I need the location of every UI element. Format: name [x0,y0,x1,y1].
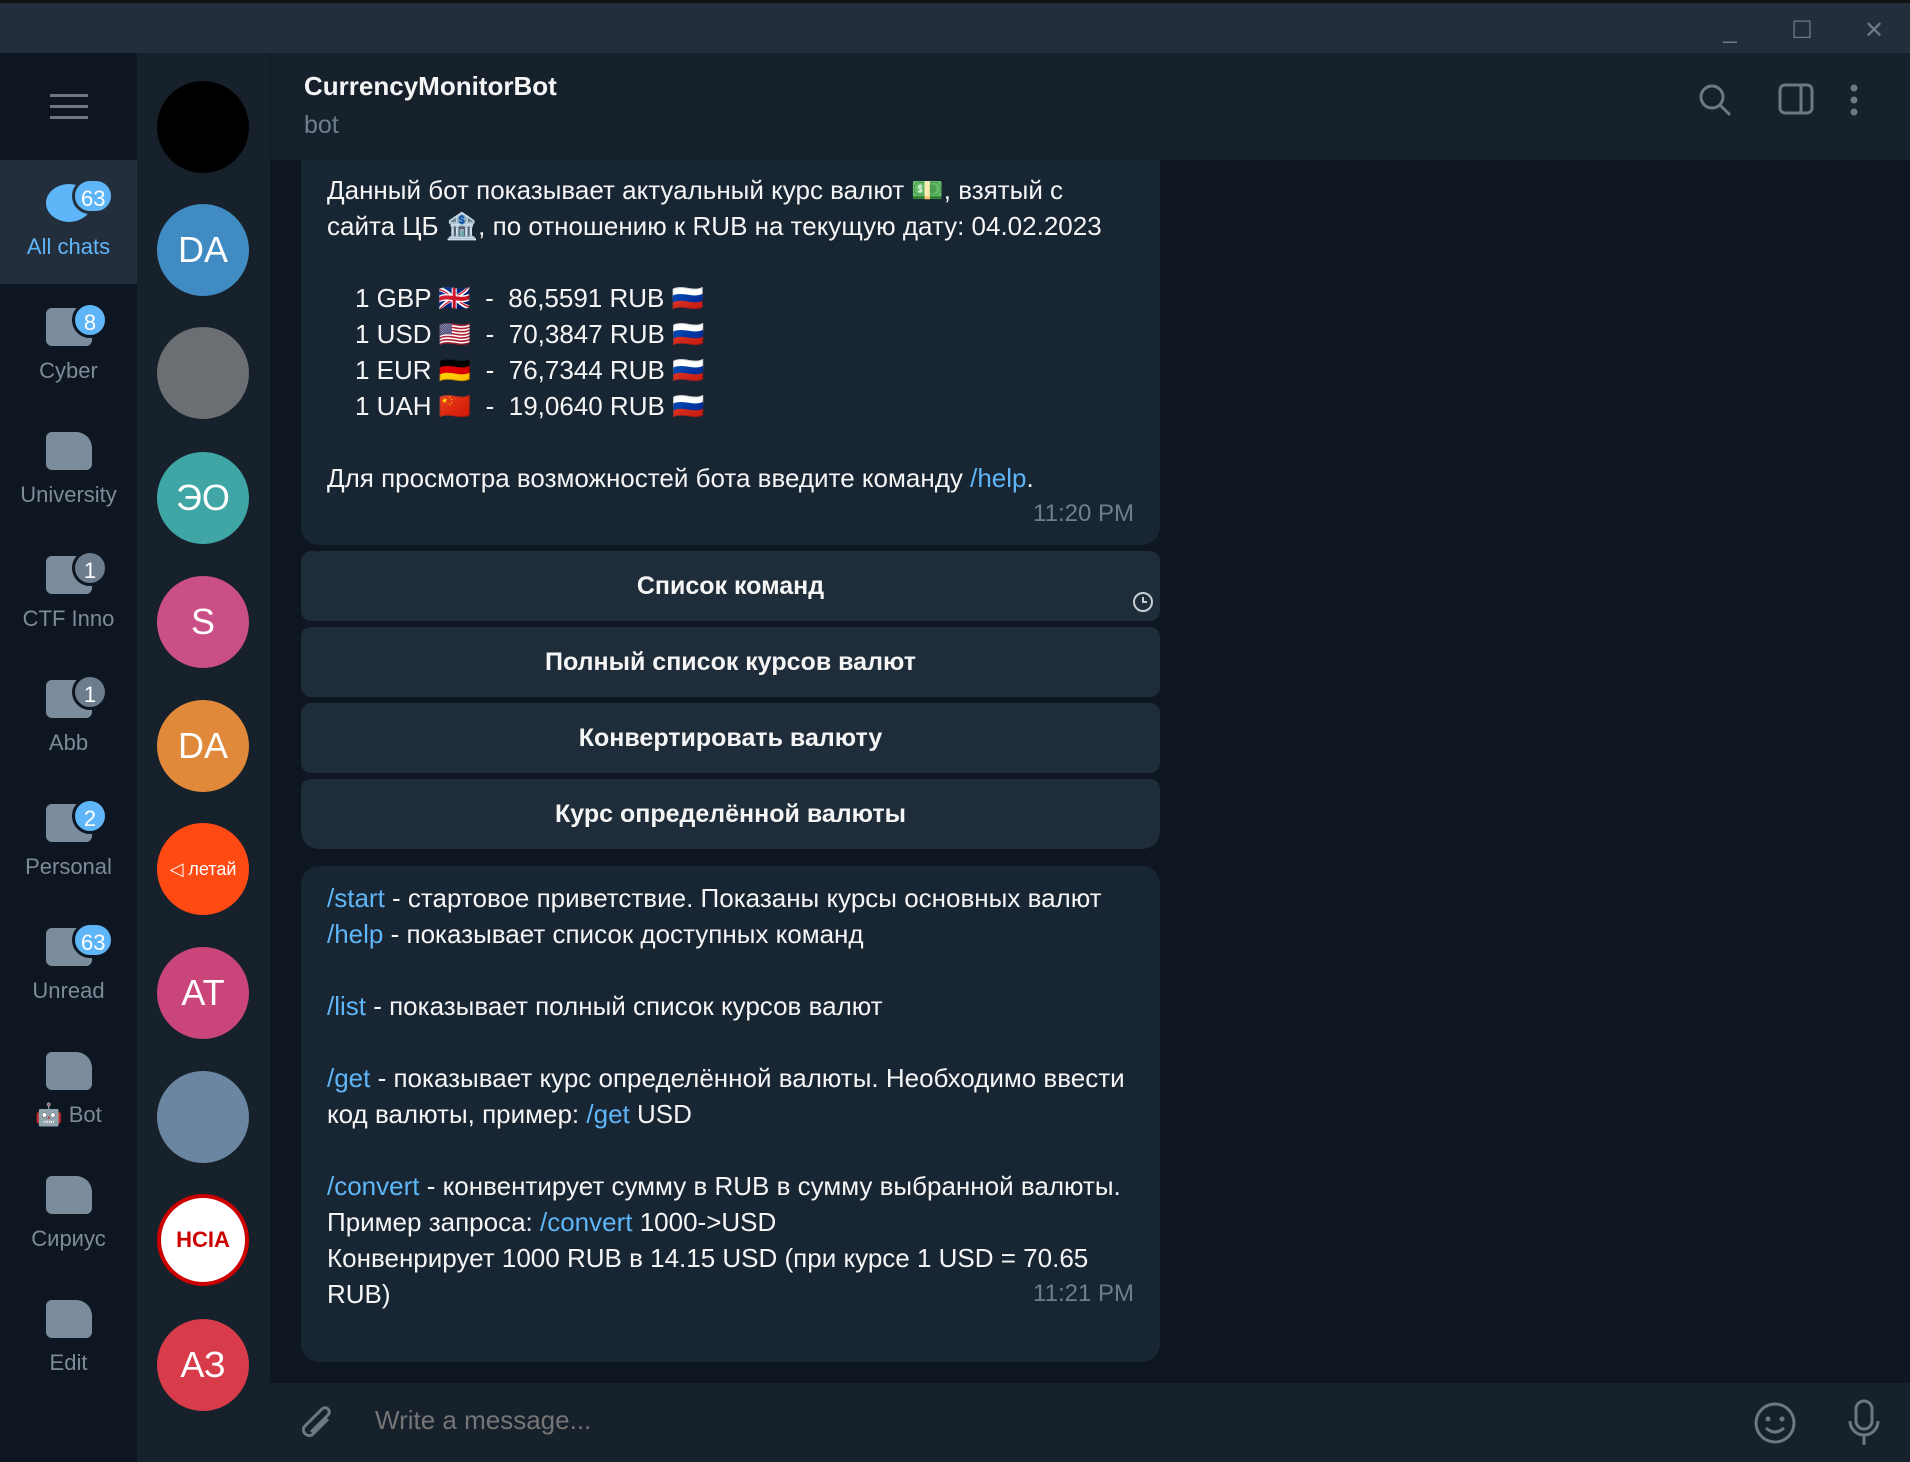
list-command-link[interactable]: /list [327,991,366,1021]
chat-avatar[interactable] [157,81,249,173]
folder-abb[interactable]: Abb 1 [0,656,137,780]
chat-avatar[interactable]: ◁ летай [157,823,249,915]
keyboard-button-commands[interactable]: Список команд [301,551,1160,621]
unread-badge: 63 [72,922,115,958]
folder-label: Edit [49,1350,88,1375]
folder-label: Personal [25,854,112,879]
folder-edit[interactable]: Edit [0,1276,137,1400]
folder-all-chats[interactable]: All chats 63 [0,160,137,284]
chat-avatar[interactable]: AT [157,947,249,1039]
folder-university[interactable]: University [0,408,137,532]
emoji-icon[interactable] [1753,1401,1797,1445]
rate-line: 1 GBP 🇬🇧 - 86,5591 RUB 🇷🇺 [355,283,704,313]
keyboard-button-convert[interactable]: Конвертировать валюту [301,703,1160,773]
unread-badge: 2 [72,798,108,834]
attach-icon[interactable] [298,1405,338,1445]
unread-badge: 1 [72,550,108,586]
rate-line: 1 UAH 🇨🇳 - 19,0640 RUB 🇷🇺 [355,391,705,421]
get-command-link[interactable]: /get [586,1099,629,1129]
graduation-cap-icon [45,432,92,470]
message-text: сайта ЦБ 🏦, по отношению к RUB на текущу… [327,211,1102,241]
start-command-link[interactable]: /start [327,883,385,913]
microphone-icon[interactable] [1847,1399,1881,1447]
chat-avatar[interactable]: S [157,576,249,668]
message-bubble: /start - стартовое приветствие. Показаны… [301,866,1160,1362]
message-time: 11:20 PM [1033,500,1134,527]
folder-ctf-inno[interactable]: CTF Inno 1 [0,532,137,656]
chat-avatar[interactable]: HCIA [157,1194,249,1286]
chat-subtitle: bot [304,111,339,139]
folder-sidebar: All chats 63 Cyber 8 University CTF Inno 1 Abb 1… [0,53,137,1462]
folder-label: Abb [48,730,89,755]
edit-sliders-icon [45,1300,92,1338]
folder-сириус[interactable]: Сириус [0,1152,137,1276]
close-button[interactable]: ✕ [1854,11,1894,51]
chat-avatar[interactable]: ЭО [157,452,249,544]
folder-personal[interactable]: Personal 2 [0,780,137,904]
rate-line: 1 EUR 🇩🇪 - 76,7344 RUB 🇷🇺 [355,355,705,385]
folder-bot[interactable]: 🤖 Bot [0,1028,137,1152]
rate-line: 1 USD 🇺🇸 - 70,3847 RUB 🇷🇺 [355,319,705,349]
more-options-icon[interactable] [1849,83,1859,126]
message-text: Для просмотра возможностей бота введите … [327,463,1034,493]
message-bubble: Данный бот показывает актуальный курс ва… [301,160,1160,545]
folder-label: Cyber [39,358,98,383]
folder-label: University [20,482,117,507]
convert-command-link[interactable]: /convert [327,1171,420,1201]
folder-icon [45,1052,92,1090]
keyboard-button-full-list[interactable]: Полный список курсов валют [301,627,1160,697]
folder-label: Unread [32,978,105,1003]
keyboard-button-currency-rate[interactable]: Курс определённой валюты [301,779,1160,849]
maximize-button[interactable]: ☐ [1782,11,1822,51]
hamburger-icon [49,93,88,119]
folder-label: 🤖 Bot [35,1102,102,1127]
message-time: 11:21 PM [1033,1280,1134,1307]
search-icon[interactable] [1698,83,1732,126]
sidebar-toggle-icon[interactable] [1778,83,1814,124]
convert-command-link[interactable]: /convert [540,1207,633,1237]
chat-avatar[interactable]: DA [157,204,249,296]
help-command-link[interactable]: /help [327,919,383,949]
message-text: Данный бот показывает актуальный курс ва… [327,175,1064,205]
menu-button[interactable] [0,53,137,160]
unread-badge: 63 [72,178,115,214]
folder-label: CTF Inno [22,606,115,631]
minimize-button[interactable]: _ [1710,11,1750,51]
get-command-link[interactable]: /get [327,1063,370,1093]
help-command-link[interactable]: /help [970,463,1026,493]
message-input[interactable] [375,1405,1675,1436]
folder-cyber[interactable]: Cyber 8 [0,284,137,408]
folder-label: Сириус [31,1226,106,1251]
chat-avatar[interactable] [157,327,249,419]
unread-badge: 1 [72,674,108,710]
chat-avatar[interactable]: АЗ [157,1319,249,1411]
folder-label: All chats [26,234,111,259]
folder-icon [45,1176,92,1214]
chat-avatar[interactable] [157,1071,249,1163]
clock-icon [1133,592,1153,612]
chat-list: DA ЭО S DA ◁ летай AT HCIA АЗ [137,53,270,1462]
title-bar: _ ☐ ✕ [0,0,1910,53]
chat-avatar[interactable]: DA [157,700,249,792]
chat-header: CurrencyMonitorBot bot [270,53,1910,160]
unread-badge: 8 [72,302,108,338]
chat-title[interactable]: CurrencyMonitorBot [304,71,557,102]
folder-unread[interactable]: Unread 63 [0,904,137,1028]
composer [270,1383,1910,1462]
